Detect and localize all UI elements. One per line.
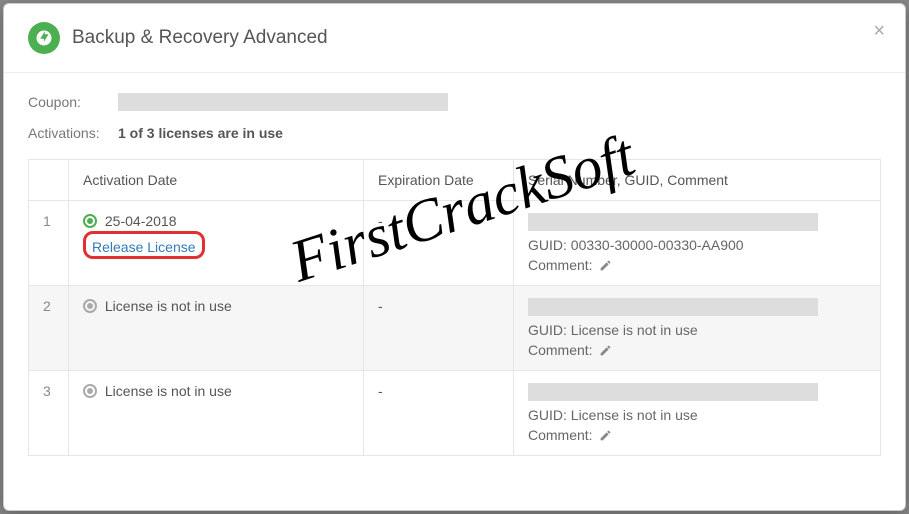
release-highlight: Release License	[83, 231, 205, 259]
comment-label: Comment:	[528, 427, 593, 443]
status-inactive-icon	[83, 299, 97, 313]
app-icon	[28, 22, 60, 54]
guid-label: GUID:	[528, 237, 567, 253]
col-header-expiration: Expiration Date	[364, 160, 514, 201]
activation-cell: 25-04-2018 Release License	[69, 201, 364, 286]
guid-value: License is not in use	[571, 407, 698, 423]
col-header-activation: Activation Date	[69, 160, 364, 201]
status-inactive-icon	[83, 384, 97, 398]
serial-cell: GUID: License is not in use Comment:	[514, 286, 881, 371]
table-row: 1 25-04-2018 Release License - GUID: 0	[29, 201, 881, 286]
coupon-label: Coupon:	[28, 94, 118, 110]
edit-comment-icon[interactable]	[599, 429, 612, 442]
modal-title: Backup & Recovery Advanced	[72, 27, 328, 49]
activation-date: 25-04-2018	[105, 213, 177, 229]
guid-value: 00330-30000-00330-AA900	[571, 237, 744, 253]
guid-label: GUID:	[528, 407, 567, 423]
activations-row: Activations: 1 of 3 licenses are in use	[28, 125, 881, 141]
modal-header: Backup & Recovery Advanced ×	[4, 4, 905, 73]
serial-redacted	[528, 383, 818, 401]
activation-cell: License is not in use	[69, 286, 364, 371]
guid-value: License is not in use	[571, 322, 698, 338]
coupon-value-redacted	[118, 93, 448, 111]
activation-cell: License is not in use	[69, 371, 364, 456]
close-button[interactable]: ×	[873, 20, 885, 43]
guid-label: GUID:	[528, 322, 567, 338]
row-number: 3	[29, 371, 69, 456]
edit-comment-icon[interactable]	[599, 344, 612, 357]
table-row: 2 License is not in use - GUID: License …	[29, 286, 881, 371]
activations-value: 1 of 3 licenses are in use	[118, 125, 283, 141]
edit-comment-icon[interactable]	[599, 259, 612, 272]
coupon-row: Coupon:	[28, 93, 881, 111]
expiration-cell: -	[364, 371, 514, 456]
serial-cell: GUID: 00330-30000-00330-AA900 Comment:	[514, 201, 881, 286]
release-license-link[interactable]: Release License	[92, 239, 196, 255]
expiration-cell: -	[364, 286, 514, 371]
expiration-cell: -	[364, 201, 514, 286]
serial-redacted	[528, 213, 818, 231]
activation-status: License is not in use	[105, 383, 232, 399]
row-number: 1	[29, 201, 69, 286]
col-header-serial: Serial Number, GUID, Comment	[514, 160, 881, 201]
activations-label: Activations:	[28, 125, 118, 141]
modal-body: Coupon: Activations: 1 of 3 licenses are…	[4, 73, 905, 476]
serial-redacted	[528, 298, 818, 316]
comment-label: Comment:	[528, 257, 593, 273]
license-modal: Backup & Recovery Advanced × Coupon: Act…	[3, 3, 906, 511]
activation-status: License is not in use	[105, 298, 232, 314]
status-active-icon	[83, 214, 97, 228]
row-number: 2	[29, 286, 69, 371]
license-table: Activation Date Expiration Date Serial N…	[28, 159, 881, 456]
comment-label: Comment:	[528, 342, 593, 358]
table-row: 3 License is not in use - GUID: License …	[29, 371, 881, 456]
col-header-num	[29, 160, 69, 201]
serial-cell: GUID: License is not in use Comment:	[514, 371, 881, 456]
